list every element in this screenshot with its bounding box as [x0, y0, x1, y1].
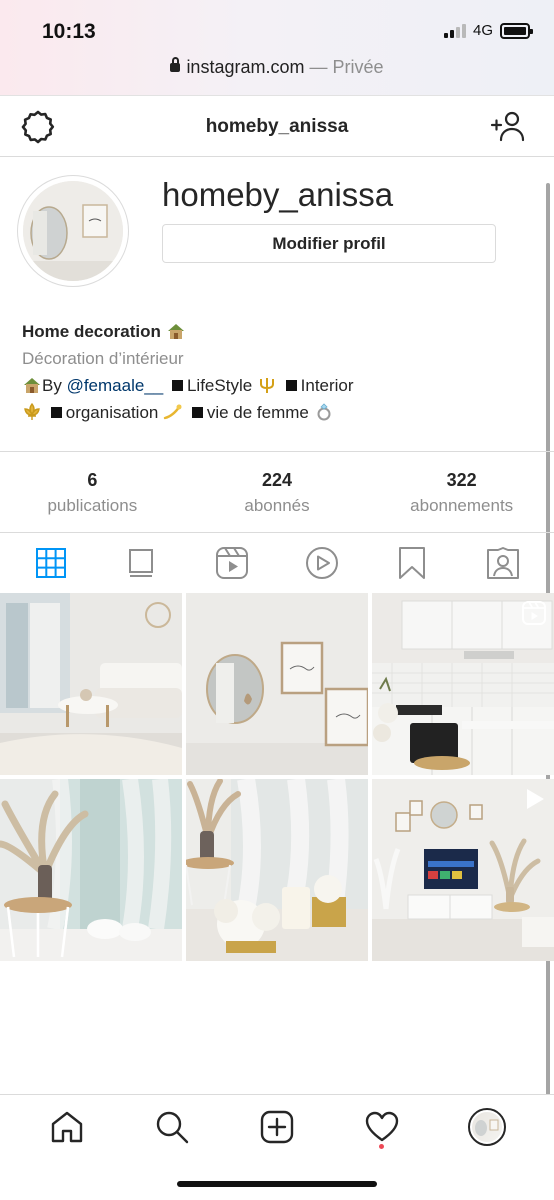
house-emoji-icon — [24, 377, 40, 393]
browser-top-bar: 10:13 4G instagram.com — Privée — [0, 0, 554, 96]
living-room-photo — [0, 593, 182, 775]
home-indicator[interactable] — [177, 1181, 377, 1187]
stat-publications-count: 6 — [87, 470, 98, 490]
network-type: 4G — [472, 22, 493, 39]
tab-igtv[interactable] — [302, 543, 342, 583]
dizzy-emoji-icon — [163, 404, 182, 419]
post-thumbnail-1[interactable] — [0, 593, 182, 775]
profile-username: homeby_anissa — [162, 176, 394, 213]
post-grid — [0, 593, 554, 961]
search-icon — [156, 1111, 188, 1143]
bio-line-name: Home decoration — [22, 318, 354, 345]
black-square-icon — [50, 407, 62, 419]
activity-heart-icon — [365, 1111, 399, 1141]
bio-line-2: organisation vie de femme — [22, 399, 354, 426]
post-thumbnail-4[interactable] — [0, 779, 182, 961]
bio: Home decoration Décoration d’intérieur B… — [22, 318, 354, 426]
nav-profile[interactable] — [465, 1105, 509, 1149]
tab-saved[interactable] — [392, 543, 432, 583]
stat-publications[interactable]: 6 publications — [0, 452, 185, 532]
guide-icon — [129, 549, 154, 577]
reels-icon — [215, 547, 248, 579]
bio-organisation: organisation — [65, 403, 159, 422]
bio-by: By — [42, 376, 62, 395]
profile-avatar-small — [468, 1107, 507, 1146]
tab-grid[interactable] — [31, 543, 71, 583]
candle-table-photo — [186, 779, 368, 961]
url-text: instagram.com — [186, 57, 305, 77]
fleur-de-lis-emoji-icon — [24, 402, 40, 420]
profile-tabs — [0, 533, 554, 593]
reel-icon — [522, 601, 546, 625]
pampas-side-table-photo — [0, 779, 182, 961]
status-time: 10:13 — [42, 20, 96, 43]
signal-icon — [443, 23, 466, 38]
edit-profile-button[interactable]: Modifier profil — [162, 224, 496, 263]
profile-stats: 6 publications 224 abonnés 322 abonnemen… — [0, 451, 554, 533]
stat-publications-label: publications — [47, 496, 138, 515]
post-thumbnail-2[interactable] — [186, 593, 368, 775]
bio-line-1: By @femaale__ LifeStyle Interior — [22, 372, 354, 399]
stat-followers[interactable]: 224 abonnés — [185, 452, 370, 532]
private-mode-label: Privée — [332, 57, 384, 77]
nav-new-post[interactable] — [255, 1105, 299, 1149]
new-post-icon — [260, 1110, 294, 1143]
stat-following[interactable]: 322 abonnements — [369, 452, 554, 532]
profile-avatar[interactable] — [17, 175, 129, 287]
url-separator: — — [309, 57, 328, 77]
igtv-icon — [306, 547, 339, 579]
stat-followers-count: 224 — [261, 470, 293, 490]
tagged-icon — [486, 547, 519, 579]
bio-mention-link[interactable]: @femaale__ — [67, 376, 164, 395]
bio-lifestyle: LifeStyle — [186, 376, 253, 395]
home-icon — [51, 1111, 82, 1142]
house-emoji-icon — [167, 323, 184, 339]
bookmark-icon — [399, 547, 426, 579]
bio-interior: Interior — [300, 376, 354, 395]
ring-emoji-icon — [317, 402, 331, 421]
notification-dot — [379, 1143, 385, 1149]
add-user-icon[interactable] — [490, 110, 526, 142]
tab-tagged[interactable] — [483, 543, 523, 583]
black-square-icon — [285, 380, 297, 392]
nav-activity[interactable] — [360, 1105, 404, 1149]
bio-category: Décoration d’intérieur — [22, 349, 184, 368]
avatar-photo — [23, 181, 123, 281]
post-thumbnail-6[interactable] — [372, 779, 554, 961]
stat-followers-label: abonnés — [244, 496, 310, 515]
header-username: homeby_anissa — [205, 116, 349, 137]
bio-vie: vie de femme — [206, 403, 309, 422]
stat-following-label: abonnements — [410, 496, 514, 515]
url-bar[interactable]: instagram.com — Privée — [0, 57, 554, 78]
battery-icon — [500, 22, 533, 39]
trident-emoji-icon — [259, 377, 274, 393]
tab-reels[interactable] — [212, 543, 252, 583]
black-square-icon — [191, 407, 203, 419]
status-icons: 4G — [443, 22, 533, 39]
mirror-wall-photo — [186, 593, 368, 775]
post-thumbnail-3[interactable] — [372, 593, 554, 775]
nav-search[interactable] — [150, 1105, 194, 1149]
lock-icon — [170, 57, 181, 72]
play-icon — [527, 789, 544, 809]
nav-home[interactable] — [45, 1105, 89, 1149]
post-thumbnail-5[interactable] — [186, 779, 368, 961]
stat-following-count: 322 — [446, 470, 477, 490]
black-square-icon — [171, 380, 183, 392]
grid-icon — [36, 548, 67, 578]
app-header: homeby_anissa — [0, 97, 554, 157]
bio-name: Home decoration — [22, 322, 161, 341]
tab-guides[interactable] — [121, 543, 161, 583]
bottom-nav — [0, 1094, 554, 1158]
